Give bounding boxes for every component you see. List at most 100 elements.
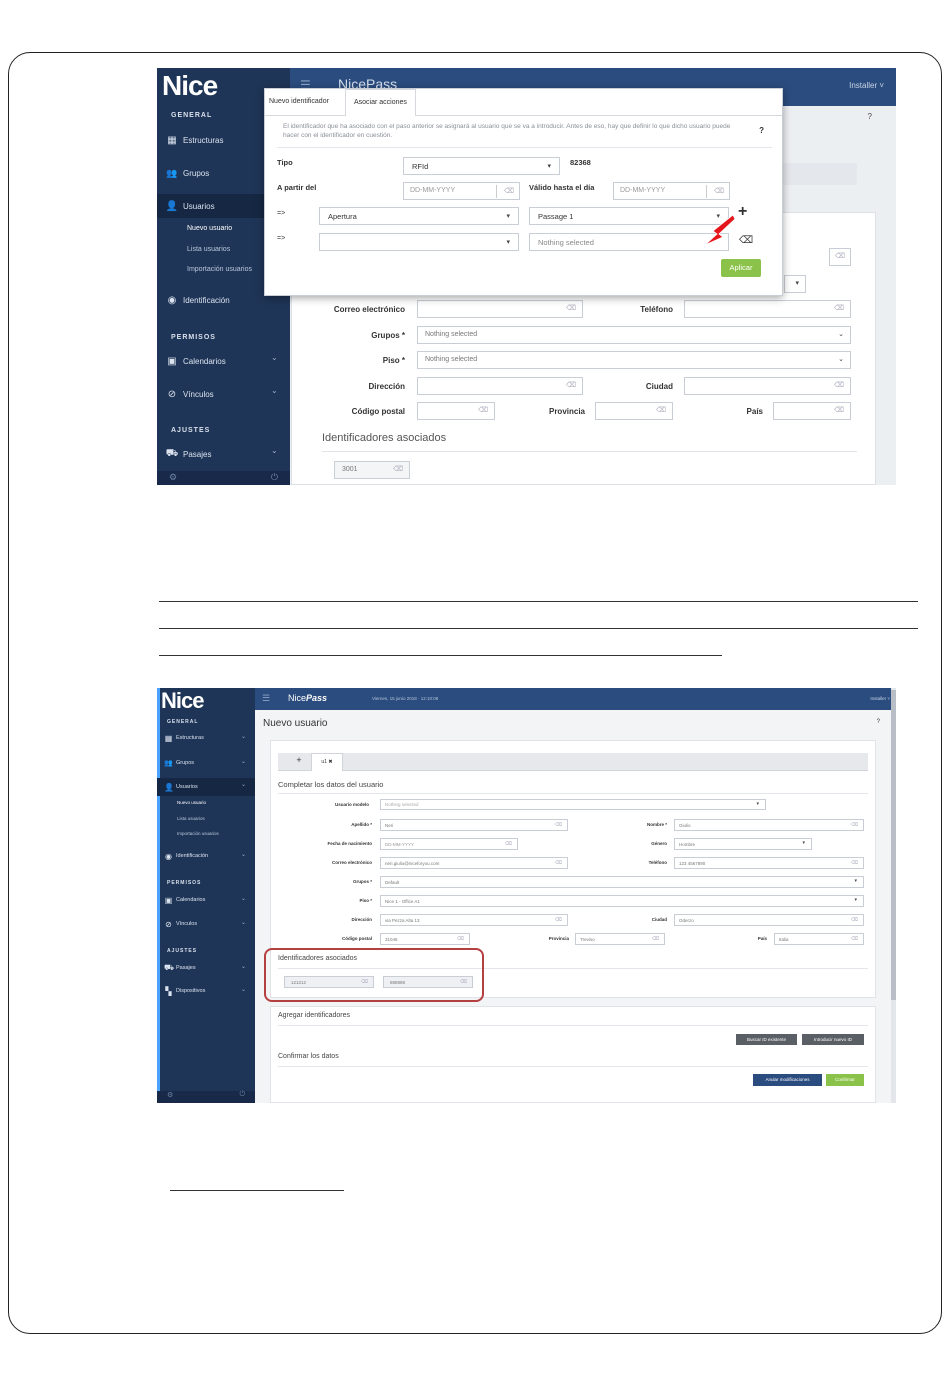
provincia-field[interactable]: ⌫ (595, 402, 673, 420)
clear-icon[interactable]: ⌫ (834, 304, 844, 312)
ciudad-field[interactable]: Oderzo ⌫ (674, 914, 864, 926)
passage-select-2-value: Nothing selected (538, 238, 594, 247)
confirm-button[interactable]: Confirmar (826, 1074, 864, 1086)
phone-label: Teléfono (640, 305, 673, 314)
gear-icon[interactable]: ⚙ (169, 472, 177, 483)
sidebar-item-label: Vínculos (176, 921, 198, 927)
pais-field[interactable]: ⌫ (773, 402, 851, 420)
cancel-changes-button[interactable]: Anular modificaciones (753, 1074, 822, 1086)
clear-icon[interactable]: ⌫ (834, 381, 844, 389)
piso-select[interactable]: Nice 1 - Office A1 ▾ (380, 895, 864, 907)
direccion-value: via Pezza Alta 13 (385, 918, 420, 923)
help-icon[interactable]: ? (759, 126, 764, 135)
usuario-modelo-value: Nothing selected (385, 802, 419, 807)
clear-icon[interactable]: ⌫ (478, 406, 488, 414)
clear-icon[interactable]: ⌫ (566, 304, 576, 312)
phone-field[interactable]: ⌫ (684, 300, 851, 318)
clear-icon[interactable]: ⌫ (457, 936, 464, 942)
from-date-field[interactable]: DD-MM-YYYY ⌫ (403, 182, 520, 200)
clear-icon[interactable]: ⌫ (555, 917, 562, 923)
help-icon[interactable]: ? (877, 719, 880, 725)
apellido-label: Apellido * (351, 822, 372, 827)
help-icon[interactable]: ? (868, 112, 872, 121)
menu-icon[interactable]: ☰ (262, 693, 270, 704)
sidebar-item-label: Pasajes (183, 449, 212, 459)
clear-icon[interactable]: ⌫ (835, 252, 845, 260)
text-rule-4 (170, 1190, 344, 1191)
clear-icon[interactable]: ⌫ (851, 936, 858, 942)
text-rule-3 (159, 655, 722, 656)
tab-asociar-acciones[interactable]: Asociar acciones (345, 89, 416, 116)
scrollbar[interactable] (891, 688, 896, 1103)
gear-icon[interactable]: ⚙ (167, 1091, 173, 1099)
add-row-button[interactable]: + (738, 203, 747, 221)
clear-icon[interactable]: ⌫ (505, 841, 512, 847)
clear-icon[interactable]: ⌫ (851, 860, 858, 866)
sidebar-subitem-nuevo-usuario[interactable]: Nuevo usuario (157, 800, 255, 805)
tipo-select[interactable]: RFId ▾ (403, 157, 560, 175)
apellido-field[interactable]: Neri ⌫ (380, 819, 568, 831)
grupos-select[interactable]: Nothing selected ⌄ (417, 326, 851, 344)
fecha-field[interactable]: DD-MM-YYYY ⌫ (380, 838, 518, 850)
action-select-1[interactable]: Apertura ▾ (319, 207, 519, 225)
user-menu[interactable]: Installer ˅ (849, 81, 884, 90)
delete-row-icon[interactable]: ⌫ (739, 235, 753, 246)
ids-divider (322, 451, 857, 452)
action-select-2[interactable]: ▾ (319, 233, 519, 251)
right-edge-field-1[interactable]: ⌫ (829, 248, 851, 266)
usuario-modelo-select[interactable]: Nothing selected ▾ (380, 799, 766, 810)
add-tab-button[interactable]: + (288, 755, 310, 771)
clear-icon[interactable]: ⌫ (656, 406, 666, 414)
clear-icon[interactable]: ⌫ (851, 917, 858, 923)
user-icon: 👤 (164, 782, 174, 792)
calendar-icon: ▣ (164, 895, 173, 905)
user-menu[interactable]: Installer ˅ (870, 696, 890, 701)
piso-select[interactable]: Nothing selected ⌄ (417, 351, 851, 369)
clear-icon[interactable]: ⌫ (851, 822, 858, 828)
scrollbar-thumb[interactable] (891, 690, 896, 1000)
provincia-field[interactable]: Treviso ⌫ (575, 933, 665, 945)
telefono-field[interactable]: 123 4567890 ⌫ (674, 857, 864, 869)
chevron-down-icon: ⌄ (241, 896, 247, 902)
passage-select-1-value: Passage 1 (538, 212, 574, 221)
nombre-field[interactable]: Giulio ⌫ (674, 819, 864, 831)
genero-select[interactable]: Hombre ▾ (674, 838, 812, 850)
tab-u1[interactable]: u1 ✖ (311, 753, 343, 771)
direccion-field[interactable]: via Pezza Alta 13 ⌫ (380, 914, 568, 926)
new-id-button[interactable]: Introducir nuevo ID (802, 1034, 864, 1045)
power-icon[interactable]: ⏻ (239, 1091, 245, 1099)
grupos-select[interactable]: Default ▾ (380, 876, 864, 888)
passage-select-2[interactable]: Nothing selected (529, 233, 729, 251)
sidebar-subitem-lista-usuarios[interactable]: Lista usuarios (157, 816, 255, 821)
clear-icon[interactable]: ⌫ (714, 187, 724, 195)
clear-icon[interactable]: ⌫ (834, 406, 844, 414)
ciudad-field[interactable]: ⌫ (684, 377, 851, 395)
pais-label: País (746, 407, 763, 416)
apply-button[interactable]: Aplicar (721, 259, 761, 277)
search-existing-id-button[interactable]: Buscar ID existente (736, 1034, 797, 1045)
cp-field[interactable]: 31046 ⌫ (380, 933, 470, 945)
tabs-bar: + u1 ✖ (278, 753, 868, 771)
email-field[interactable]: ⌫ (417, 300, 583, 318)
email-field[interactable]: neri.giulio@niceforyou.com ⌫ (380, 857, 568, 869)
nice-logo: Nice (162, 70, 218, 101)
red-arrow-pointer (704, 214, 736, 246)
clear-icon[interactable]: ⌫ (555, 822, 562, 828)
from-label: A partir del (277, 183, 317, 192)
cp-field[interactable]: ⌫ (417, 402, 495, 420)
right-edge-select[interactable]: ▾ (784, 275, 806, 293)
clear-icon[interactable]: ⌫ (504, 187, 514, 195)
tab-nuevo-identificador[interactable]: Nuevo identificador (269, 98, 329, 105)
passage-select-1[interactable]: Passage 1 ▾ (529, 207, 729, 225)
until-date-field[interactable]: DD-MM-YYYY ⌫ (613, 182, 730, 200)
clear-icon[interactable]: ⌫ (555, 860, 562, 866)
text-rule-1 (159, 601, 918, 602)
sidebar-item-label: Identificación (176, 853, 209, 859)
caret-icon: ▾ (506, 239, 510, 246)
sidebar-subitem-importacion[interactable]: Importación usuarios (157, 831, 255, 836)
clear-icon[interactable]: ⌫ (566, 381, 576, 389)
pais-field[interactable]: Italia ⌫ (774, 933, 864, 945)
direccion-field[interactable]: ⌫ (417, 377, 583, 395)
clear-icon[interactable]: ⌫ (652, 936, 659, 942)
power-icon[interactable]: ⏻ (271, 472, 278, 483)
